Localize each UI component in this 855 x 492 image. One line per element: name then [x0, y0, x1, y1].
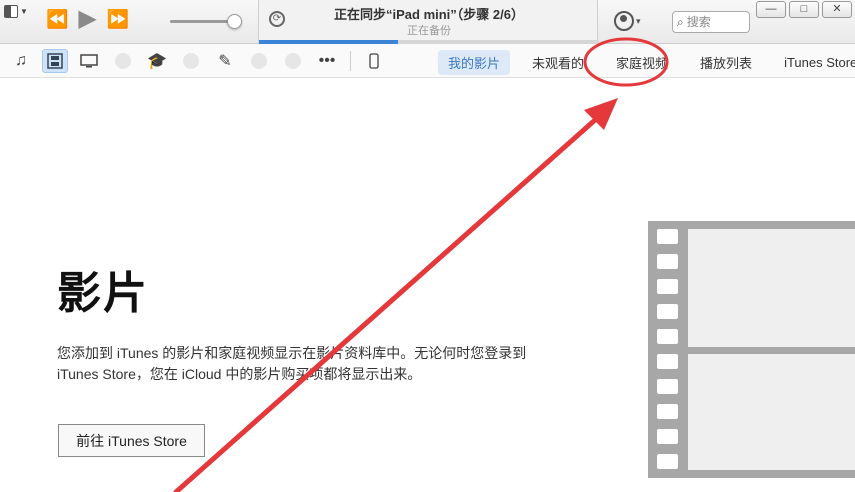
film-hole	[657, 354, 678, 369]
film-hole	[657, 329, 678, 344]
ringtone-icon[interactable]: ✎	[212, 49, 238, 73]
tab-playlists[interactable]: 播放列表	[690, 50, 762, 75]
maximize-button[interactable]: □	[789, 1, 819, 18]
window-icon	[4, 4, 18, 18]
search-input[interactable]	[686, 15, 739, 29]
tab-home-videos[interactable]: 家庭视频	[606, 50, 678, 75]
media-nav-bar: ♫ 🎓 ✎ ••• 我的影片 未观看的 家庭视频 播放列表 iTunes Sto…	[0, 44, 855, 78]
movie-icon[interactable]	[42, 49, 68, 73]
film-hole	[657, 229, 678, 244]
divider	[350, 51, 351, 71]
audiobook-icon[interactable]	[178, 49, 204, 73]
film-hole	[657, 379, 678, 394]
app-icon[interactable]	[246, 49, 272, 73]
tv-icon[interactable]	[76, 49, 102, 73]
search-icon: ⌕	[677, 14, 684, 29]
transport-controls: ⏪ ▶ ⏩	[46, 7, 129, 31]
podcast-icon[interactable]	[110, 49, 136, 73]
page-title: 影片	[57, 268, 149, 319]
library-tabs: 我的影片 未观看的 家庭视频 播放列表 iTunes Store	[438, 50, 855, 75]
tab-my-movies[interactable]: 我的影片	[438, 50, 511, 75]
volume-knob[interactable]	[227, 14, 242, 29]
rewind-icon[interactable]: ⏪	[46, 8, 68, 30]
sync-status-subtitle: 正在备份	[407, 25, 451, 37]
itunes-u-icon[interactable]: 🎓	[144, 49, 170, 73]
app-menu-button[interactable]: ▼	[4, 3, 32, 19]
more-icon[interactable]: •••	[314, 49, 340, 73]
fast-forward-icon[interactable]: ⏩	[107, 8, 129, 30]
radio-icon[interactable]	[280, 49, 306, 73]
chevron-down-icon: ▼	[20, 6, 28, 16]
film-frame	[688, 354, 855, 470]
go-to-itunes-store-button[interactable]: 前往 iTunes Store	[58, 424, 205, 457]
tab-unwatched[interactable]: 未观看的	[522, 50, 594, 75]
user-icon	[614, 11, 634, 31]
film-hole	[657, 279, 678, 294]
media-kind-selector: ♫ 🎓 ✎ •••	[8, 49, 387, 73]
chevron-down-icon: ▾	[636, 15, 641, 26]
close-button[interactable]: ✕	[822, 1, 852, 18]
minimize-button[interactable]: —	[756, 1, 786, 18]
film-strip-illustration	[648, 221, 855, 478]
tab-itunes-store[interactable]: iTunes Store	[774, 52, 855, 73]
play-icon[interactable]: ▶	[78, 7, 96, 31]
device-icon[interactable]	[361, 49, 387, 73]
window-controls: — □ ✕	[756, 1, 852, 18]
film-frame	[688, 229, 855, 347]
account-button[interactable]: ▾	[614, 11, 641, 31]
film-hole	[657, 304, 678, 319]
music-icon[interactable]: ♫	[8, 49, 34, 73]
film-hole	[657, 404, 678, 419]
film-hole	[657, 254, 678, 269]
search-box[interactable]: ⌕	[672, 11, 750, 33]
title-bar: ▼ ⏪ ▶ ⏩ ⟳ 正在同步“iPad mini”（步骤 2/6） 正在备份 ▾…	[0, 0, 855, 44]
sync-status-title: 正在同步“iPad mini”（步骤 2/6）	[334, 7, 524, 22]
empty-library-description: 您添加到 iTunes 的影片和家庭视频显示在影片资料库中。无论何时您登录到 i…	[57, 345, 527, 382]
film-hole	[657, 429, 678, 444]
volume-slider[interactable]	[170, 14, 244, 30]
film-hole	[657, 454, 678, 469]
status-display: ⟳ 正在同步“iPad mini”（步骤 2/6） 正在备份	[258, 0, 599, 44]
